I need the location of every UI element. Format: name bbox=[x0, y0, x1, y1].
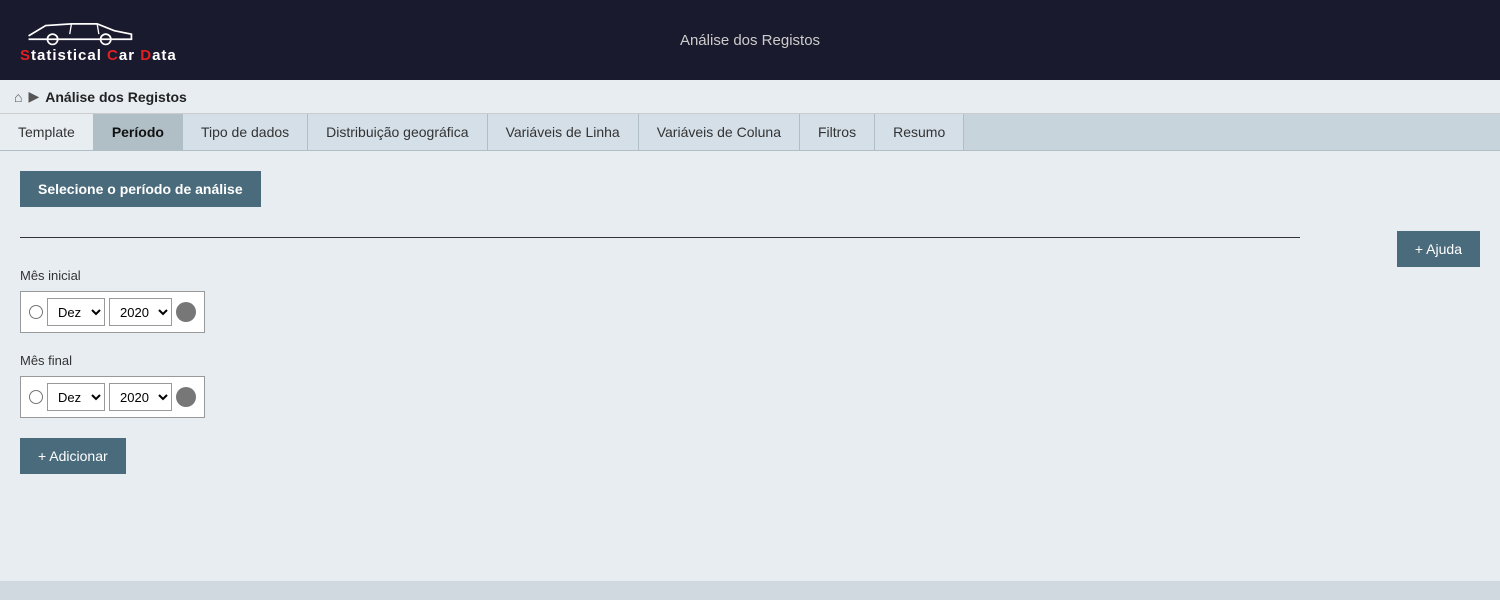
tab-tipo-dados[interactable]: Tipo de dados bbox=[183, 114, 308, 150]
home-icon[interactable]: ⌂ bbox=[14, 89, 22, 105]
breadcrumb-current: Análise dos Registos bbox=[45, 89, 187, 105]
tab-resumo[interactable]: Resumo bbox=[875, 114, 964, 150]
header-title: Análise dos Registos bbox=[680, 32, 820, 49]
mes-final-radio[interactable] bbox=[29, 390, 43, 404]
breadcrumb-arrow: ▶ bbox=[28, 88, 39, 105]
mes-inicial-month-select[interactable]: JanFevMarAbr MaiJunJulAgo SetOutNovDez bbox=[47, 298, 105, 326]
mes-inicial-row: JanFevMarAbr MaiJunJulAgo SetOutNovDez 2… bbox=[20, 291, 1480, 333]
logo-ata: ata bbox=[152, 47, 177, 64]
mes-inicial-year-select[interactable]: 20182019202020212022 bbox=[109, 298, 172, 326]
logo: Statistical Car Data bbox=[20, 17, 177, 64]
tab-filtros[interactable]: Filtros bbox=[800, 114, 875, 150]
tab-variaveis-linha[interactable]: Variáveis de Linha bbox=[488, 114, 639, 150]
tabs-bar: TemplatePeríodoTipo de dadosDistribuição… bbox=[0, 114, 1500, 151]
section-header: Selecione o período de análise bbox=[20, 171, 261, 207]
tab-template[interactable]: Template bbox=[0, 114, 94, 150]
logo-d: D bbox=[140, 47, 152, 64]
logo-tatistical: tatistical bbox=[31, 47, 107, 64]
logo-text: Statistical Car Data bbox=[20, 47, 177, 64]
adicionar-button[interactable]: + Adicionar bbox=[20, 438, 126, 474]
mes-inicial-radio[interactable] bbox=[29, 305, 43, 319]
breadcrumb: ⌂ ▶ Análise dos Registos bbox=[0, 80, 1500, 114]
car-logo-icon bbox=[20, 17, 140, 47]
help-button[interactable]: + Ajuda bbox=[1397, 231, 1480, 267]
form-area: Mês inicial JanFevMarAbr MaiJunJulAgo Se… bbox=[20, 258, 1480, 484]
app-header: Statistical Car Data Análise dos Registo… bbox=[0, 0, 1500, 80]
mes-inicial-label: Mês inicial bbox=[20, 268, 1480, 283]
mes-final-year-select[interactable]: 20182019202020212022 bbox=[109, 383, 172, 411]
mes-final-row: JanFevMarAbr MaiJunJulAgo SetOutNovDez 2… bbox=[20, 376, 1480, 418]
mes-final-clear-btn[interactable] bbox=[176, 387, 196, 407]
mes-final-month-select[interactable]: JanFevMarAbr MaiJunJulAgo SetOutNovDez bbox=[47, 383, 105, 411]
tab-distribuicao[interactable]: Distribuição geográfica bbox=[308, 114, 487, 150]
separator bbox=[20, 237, 1300, 238]
mes-final-wrapper: JanFevMarAbr MaiJunJulAgo SetOutNovDez 2… bbox=[20, 376, 205, 418]
tab-periodo[interactable]: Período bbox=[94, 114, 183, 150]
mes-final-label: Mês final bbox=[20, 353, 1480, 368]
logo-ar: ar bbox=[119, 47, 140, 64]
logo-c: C bbox=[107, 47, 119, 64]
main-content: Selecione o período de análise + Ajuda M… bbox=[0, 151, 1500, 581]
tab-variaveis-coluna[interactable]: Variáveis de Coluna bbox=[639, 114, 800, 150]
logo-s: S bbox=[20, 47, 31, 64]
mes-inicial-wrapper: JanFevMarAbr MaiJunJulAgo SetOutNovDez 2… bbox=[20, 291, 205, 333]
mes-inicial-clear-btn[interactable] bbox=[176, 302, 196, 322]
